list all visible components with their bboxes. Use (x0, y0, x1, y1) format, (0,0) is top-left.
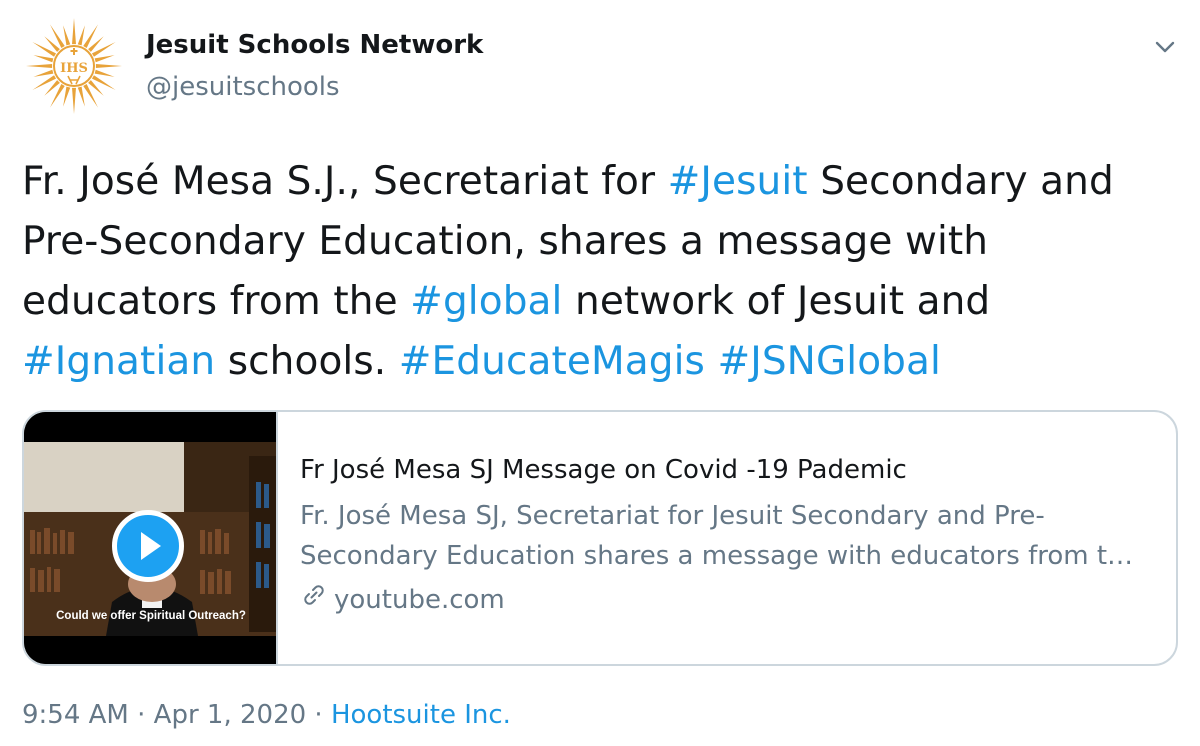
card-body: Fr José Mesa SJ Message on Covid -19 Pad… (300, 450, 1160, 621)
tweet-text-segment: educators from the (22, 279, 411, 324)
hashtag-jsnglobal[interactable]: #JSNGlobal (717, 339, 941, 384)
tweet-line: #Ignatian schools. #EducateMagis #JSNGlo… (22, 332, 1182, 392)
tweet-text-segment (705, 339, 718, 384)
tweet-metadata: 9:54 AM · Apr 1, 2020 · Hootsuite Inc. (22, 700, 511, 730)
account-name[interactable]: Jesuit Schools Network (146, 30, 483, 60)
tweet-text-segment: Fr. José Mesa S.J., Secretariat for (22, 159, 668, 204)
hashtag-jesuit[interactable]: #Jesuit (668, 159, 808, 204)
tweet-time[interactable]: 9:54 AM (22, 700, 129, 730)
play-icon[interactable] (112, 510, 184, 582)
ihs-sunburst-logo-icon: IHS (26, 18, 122, 114)
account-handle[interactable]: @jesuitschools (146, 72, 340, 102)
tweet-line: educators from the #global network of Je… (22, 272, 1182, 332)
hashtag-educatemagis[interactable]: #EducateMagis (399, 339, 705, 384)
tweet-line: Fr. José Mesa S.J., Secretariat for #Jes… (22, 152, 1182, 212)
link-icon (300, 581, 328, 621)
link-preview-card[interactable]: Could we offer Spiritual Outreach? Fr Jo… (22, 410, 1178, 666)
sunburst-ray (63, 25, 71, 46)
video-thumbnail[interactable]: Could we offer Spiritual Outreach? (24, 412, 278, 664)
sunburst-ray (77, 86, 85, 107)
card-title[interactable]: Fr José Mesa SJ Message on Covid -19 Pad… (300, 450, 1160, 490)
tweet-text-segment: Pre-Secondary Education, shares a messag… (22, 219, 989, 264)
card-description-line: Fr. José Mesa SJ, Secretariat for Jesuit… (300, 501, 1045, 531)
sunburst-ray (63, 86, 71, 107)
sunburst-ray (33, 69, 54, 77)
tweet-line: Pre-Secondary Education, shares a messag… (22, 212, 1182, 272)
sunburst-ray (94, 55, 115, 63)
tweet-text-segment: network of Jesuit and (562, 279, 991, 324)
avatar-logo-text: IHS (60, 61, 88, 76)
tweet-date[interactable]: Apr 1, 2020 (154, 700, 306, 730)
tweet-text: Fr. José Mesa S.J., Secretariat for #Jes… (22, 152, 1182, 392)
card-domain[interactable]: youtube.com (300, 580, 1160, 621)
sunburst-ray (33, 55, 54, 63)
tweet-source-link[interactable]: Hootsuite Inc. (331, 700, 511, 730)
tweet-header: IHS Jesuit Schools Network @jesuitschool… (22, 14, 1182, 124)
sunburst-ray (72, 87, 76, 114)
tweet-text-segment: Secondary and (807, 159, 1114, 204)
card-description-line: Secondary Education shares a message wit… (300, 541, 1134, 571)
sunburst-ray (26, 64, 53, 68)
thumbnail-caption: Could we offer Spiritual Outreach? (56, 610, 246, 622)
meta-separator: · (137, 700, 146, 730)
sunburst-ray (72, 18, 76, 45)
card-description: Fr. José Mesa SJ, Secretariat for Jesuit… (300, 496, 1160, 576)
tweet-text-segment: schools. (215, 339, 399, 384)
hashtag-global[interactable]: #global (410, 279, 562, 324)
avatar[interactable]: IHS (22, 14, 126, 118)
sunburst-ray (94, 69, 115, 77)
chevron-down-icon[interactable] (1148, 30, 1182, 64)
hashtag-ignatian[interactable]: #Ignatian (22, 339, 215, 384)
meta-separator: · (314, 700, 323, 730)
card-domain-text: youtube.com (334, 585, 505, 615)
sunburst-ray (95, 64, 122, 68)
sunburst-ray (77, 25, 85, 46)
